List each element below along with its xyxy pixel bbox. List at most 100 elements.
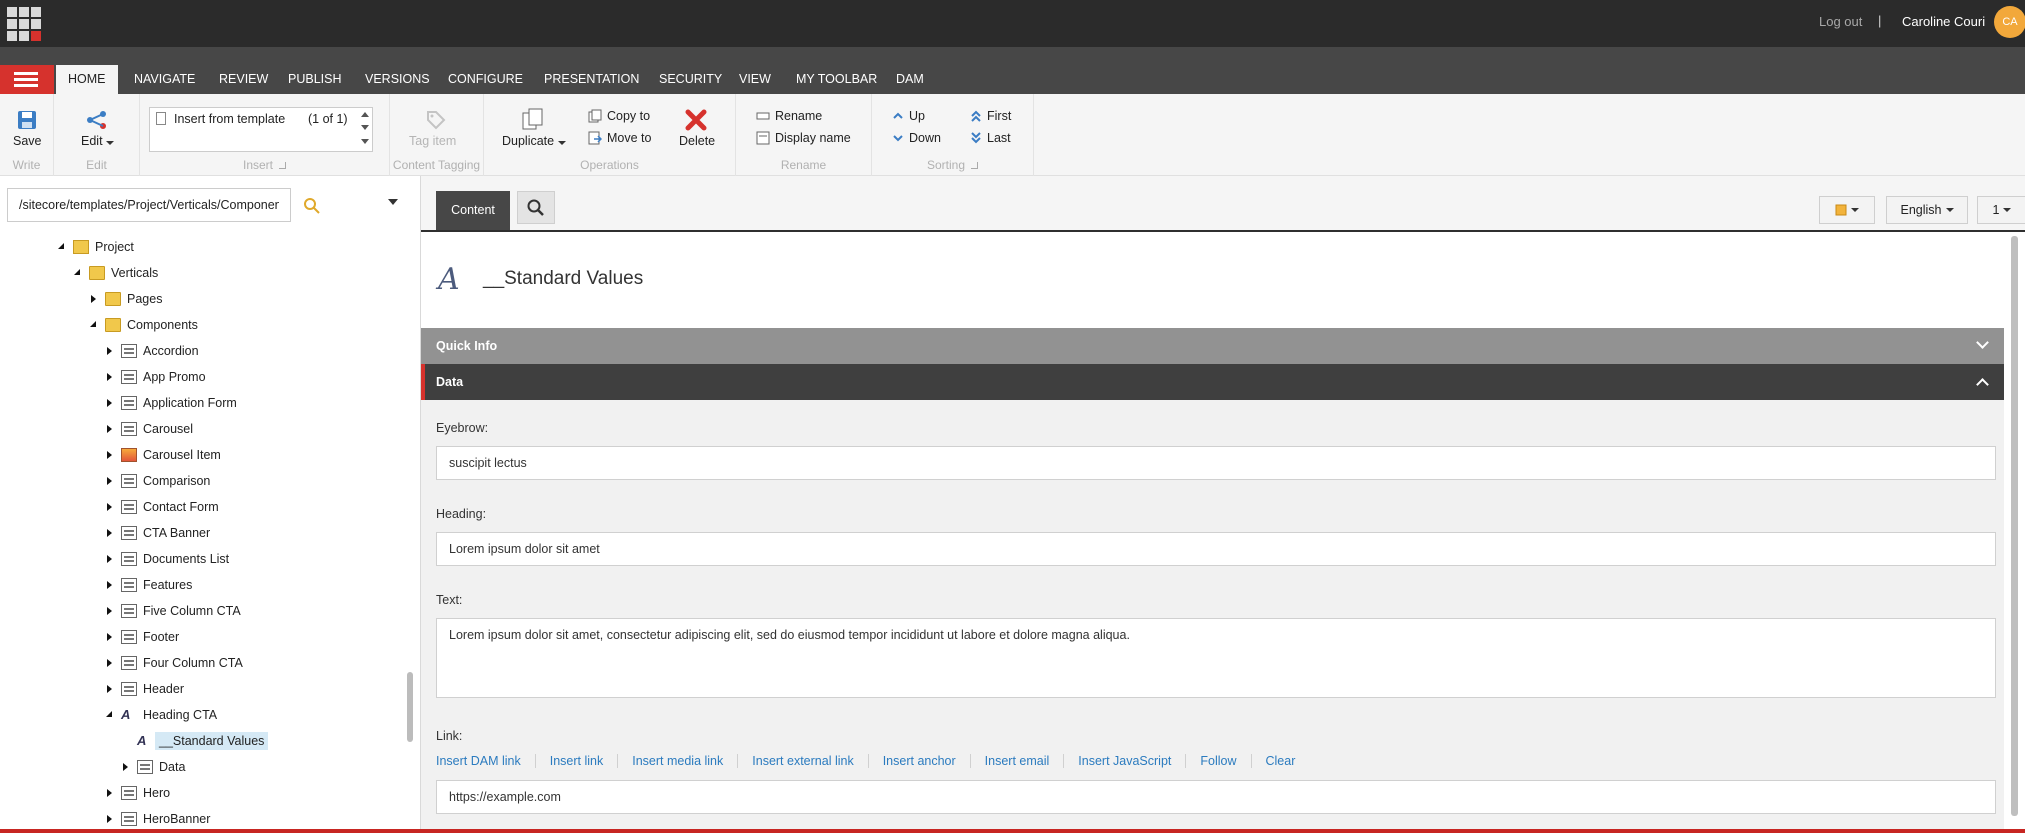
delete-icon[interactable] xyxy=(685,109,707,131)
insert-javascript[interactable]: Insert JavaScript xyxy=(1063,754,1185,768)
expand-icon[interactable] xyxy=(103,444,117,466)
search-dropdown-icon[interactable] xyxy=(388,199,398,205)
tree-item-verticals[interactable]: Verticals xyxy=(71,262,158,284)
tab-view[interactable]: VIEW xyxy=(727,65,783,94)
search-icon[interactable] xyxy=(302,196,322,216)
move-to-button[interactable]: Move to xyxy=(588,131,651,145)
expand-icon[interactable] xyxy=(87,288,101,310)
tree-item-app-promo[interactable]: App Promo xyxy=(103,366,206,388)
sort-down-button[interactable]: Down xyxy=(892,131,941,145)
tree-item-pages[interactable]: Pages xyxy=(87,288,162,310)
insert-email[interactable]: Insert email xyxy=(969,754,1064,768)
version-selector[interactable]: 1 xyxy=(1977,196,2025,224)
tree-item-hero[interactable]: Hero xyxy=(103,782,170,804)
expand-icon[interactable] xyxy=(103,600,117,622)
duplicate-icon[interactable] xyxy=(522,108,544,130)
insert-link[interactable]: Insert link xyxy=(534,754,618,768)
expand-icon[interactable] xyxy=(103,548,117,570)
expand-icon[interactable] xyxy=(103,678,117,700)
insert-launcher-icon[interactable] xyxy=(279,162,286,169)
tree-item-heading-cta[interactable]: A Heading CTA xyxy=(103,704,217,726)
sort-up-button[interactable]: Up xyxy=(892,109,925,123)
tab-dam[interactable]: DAM xyxy=(884,65,936,94)
insert-anchor[interactable]: Insert anchor xyxy=(867,754,970,768)
tab-home[interactable]: HOME xyxy=(56,65,118,94)
save-icon[interactable] xyxy=(17,110,37,130)
save-button[interactable]: Save xyxy=(13,134,42,148)
expand-icon[interactable] xyxy=(103,808,117,830)
avatar[interactable]: CA xyxy=(1994,6,2025,38)
insert-gallery-scroll[interactable] xyxy=(358,108,372,151)
expand-icon[interactable] xyxy=(103,574,117,596)
duplicate-button[interactable]: Duplicate xyxy=(502,134,566,148)
tab-navigate[interactable]: NAVIGATE xyxy=(122,65,207,94)
expand-gallery-icon[interactable] xyxy=(361,139,369,144)
collapse-icon[interactable] xyxy=(103,704,117,726)
link-field[interactable]: https://example.com xyxy=(436,780,1996,814)
collapse-icon[interactable] xyxy=(87,314,101,336)
path-search-input[interactable] xyxy=(7,188,291,222)
tree-item-features[interactable]: Features xyxy=(103,574,192,596)
tree-item-documents-list[interactable]: Documents List xyxy=(103,548,229,570)
tree-item-five-column-cta[interactable]: Five Column CTA xyxy=(103,600,241,622)
expand-icon[interactable] xyxy=(119,756,133,778)
logout-link[interactable]: Log out xyxy=(1819,14,1862,29)
tree-item-standard-values[interactable]: A __Standard Values xyxy=(119,730,269,752)
scroll-up-icon[interactable] xyxy=(361,112,369,117)
tree-item-herobanner[interactable]: HeroBanner xyxy=(103,808,210,830)
edit-button[interactable]: Edit xyxy=(81,134,115,148)
clear-link[interactable]: Clear xyxy=(1250,754,1310,768)
insert-dam-link[interactable]: Insert DAM link xyxy=(436,754,535,768)
editor-scroll-thumb[interactable] xyxy=(2011,236,2018,816)
expand-icon[interactable] xyxy=(103,340,117,362)
text-field[interactable]: Lorem ipsum dolor sit amet, consectetur … xyxy=(436,618,1996,698)
expand-icon[interactable] xyxy=(103,392,117,414)
expand-icon[interactable] xyxy=(103,366,117,388)
sorting-launcher-icon[interactable] xyxy=(971,162,979,169)
tree-item-four-column-cta[interactable]: Four Column CTA xyxy=(103,652,243,674)
expand-icon[interactable] xyxy=(103,522,117,544)
tab-content[interactable]: Content xyxy=(436,191,510,230)
tree-item-header[interactable]: Header xyxy=(103,678,184,700)
user-name[interactable]: Caroline Couri xyxy=(1902,14,1985,29)
tree-item-carousel-item[interactable]: Carousel Item xyxy=(103,444,221,466)
insert-media-link[interactable]: Insert media link xyxy=(617,754,737,768)
sort-last-button[interactable]: Last xyxy=(970,131,1011,145)
follow-link[interactable]: Follow xyxy=(1185,754,1250,768)
collapse-icon[interactable] xyxy=(55,236,69,258)
tree-item-application-form[interactable]: Application Form xyxy=(103,392,237,414)
tree-item-carousel[interactable]: Carousel xyxy=(103,418,193,440)
section-data[interactable]: Data xyxy=(421,364,2004,400)
tree-item-data[interactable]: Data xyxy=(119,756,185,778)
language-selector[interactable]: English xyxy=(1886,196,1968,224)
tab-versions[interactable]: VERSIONS xyxy=(353,65,442,94)
expand-icon[interactable] xyxy=(103,652,117,674)
tree-item-accordion[interactable]: Accordion xyxy=(103,340,199,362)
delete-button[interactable]: Delete xyxy=(679,134,715,148)
insert-gallery[interactable]: Insert from template (1 of 1) xyxy=(149,107,373,152)
expand-icon[interactable] xyxy=(103,782,117,804)
expand-icon[interactable] xyxy=(103,496,117,518)
expand-icon[interactable] xyxy=(103,418,117,440)
expand-icon[interactable] xyxy=(103,470,117,492)
sort-first-button[interactable]: First xyxy=(970,109,1011,123)
rename-button[interactable]: Rename xyxy=(756,109,822,123)
tree-item-contact-form[interactable]: Contact Form xyxy=(103,496,219,518)
tab-presentation[interactable]: PRESENTATION xyxy=(532,65,651,94)
tree-item-project[interactable]: Project xyxy=(55,236,134,258)
tree-item-cta-banner[interactable]: CTA Banner xyxy=(103,522,210,544)
tab-review[interactable]: REVIEW xyxy=(207,65,280,94)
collapse-icon[interactable] xyxy=(71,262,85,284)
tab-publish[interactable]: PUBLISH xyxy=(276,65,354,94)
copy-to-button[interactable]: Copy to xyxy=(588,109,650,123)
search-tab-button[interactable] xyxy=(517,191,555,224)
app-launcher-icon[interactable] xyxy=(7,7,41,41)
tab-configure[interactable]: CONFIGURE xyxy=(436,65,535,94)
section-quick-info[interactable]: Quick Info xyxy=(421,328,2004,364)
tab-security[interactable]: SECURITY xyxy=(647,65,734,94)
save-options-button[interactable] xyxy=(1819,196,1875,224)
tree-item-comparison[interactable]: Comparison xyxy=(103,470,210,492)
eyebrow-field[interactable]: suscipit lectus xyxy=(436,446,1996,480)
scroll-down-icon[interactable] xyxy=(361,125,369,130)
tree-item-components[interactable]: Components xyxy=(87,314,198,336)
